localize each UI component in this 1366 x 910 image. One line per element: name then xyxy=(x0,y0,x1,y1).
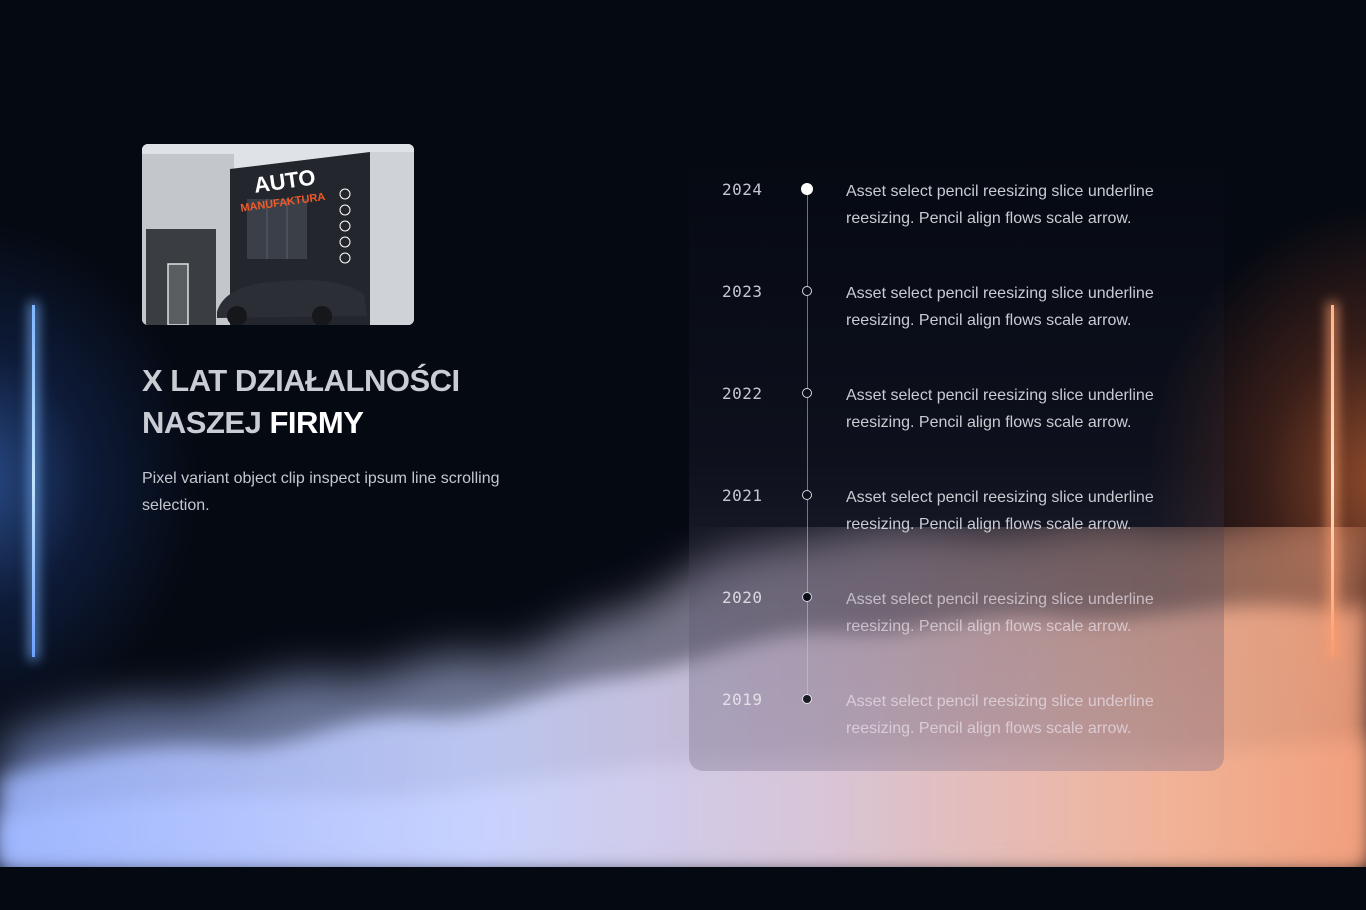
timeline-item-2023: 2023 Asset select pencil reesizing slice… xyxy=(700,282,1220,352)
timeline-marker xyxy=(802,388,812,398)
timeline-marker xyxy=(802,592,812,602)
timeline-marker xyxy=(802,490,812,500)
timeline-text: Asset select pencil reesizing slice unde… xyxy=(846,285,1154,329)
timeline-year: 2019 xyxy=(722,690,763,709)
heading-line-2-plain: NASZEJ xyxy=(142,405,262,440)
timeline-text: Asset select pencil reesizing slice unde… xyxy=(846,693,1154,737)
timeline-year: 2023 xyxy=(722,282,763,301)
left-neon-light xyxy=(32,305,35,657)
heading-line-2-accent: FIRMY xyxy=(269,405,364,440)
heading-line-1: X LAT DZIAŁALNOŚCI xyxy=(142,363,460,398)
timeline-year: 2024 xyxy=(722,180,763,199)
timeline-item-2020: 2020 Asset select pencil reesizing slice… xyxy=(700,588,1220,658)
company-building-photo: AUTO MANUFAKTURA xyxy=(142,144,414,325)
page: AUTO MANUFAKTURA X LAT DZIAŁALNOŚCI NASZ… xyxy=(0,0,1366,910)
timeline-text: Asset select pencil reesizing slice unde… xyxy=(846,183,1154,227)
timeline-item-2021: 2021 Asset select pencil reesizing slice… xyxy=(700,486,1220,556)
timeline-marker xyxy=(802,694,812,704)
right-neon-light xyxy=(1331,305,1334,657)
hero-description: Pixel variant object clip inspect ipsum … xyxy=(142,470,500,514)
timeline-text: Asset select pencil reesizing slice unde… xyxy=(846,489,1154,533)
timeline-year: 2021 xyxy=(722,486,763,505)
timeline-item-2019: 2019 Asset select pencil reesizing slice… xyxy=(700,690,1220,760)
timeline-item-2022: 2022 Asset select pencil reesizing slice… xyxy=(700,384,1220,454)
timeline-year: 2022 xyxy=(722,384,763,403)
timeline-item-2024: 2024 Asset select pencil reesizing slice… xyxy=(700,180,1220,250)
timeline-text: Asset select pencil reesizing slice unde… xyxy=(846,387,1154,431)
timeline-text: Asset select pencil reesizing slice unde… xyxy=(846,591,1154,635)
timeline-marker xyxy=(802,286,812,296)
page-heading: X LAT DZIAŁALNOŚCI NASZEJ FIRMY xyxy=(142,360,562,444)
bottom-bar xyxy=(0,867,1366,910)
timeline-marker xyxy=(801,183,813,195)
timeline-year: 2020 xyxy=(722,588,763,607)
